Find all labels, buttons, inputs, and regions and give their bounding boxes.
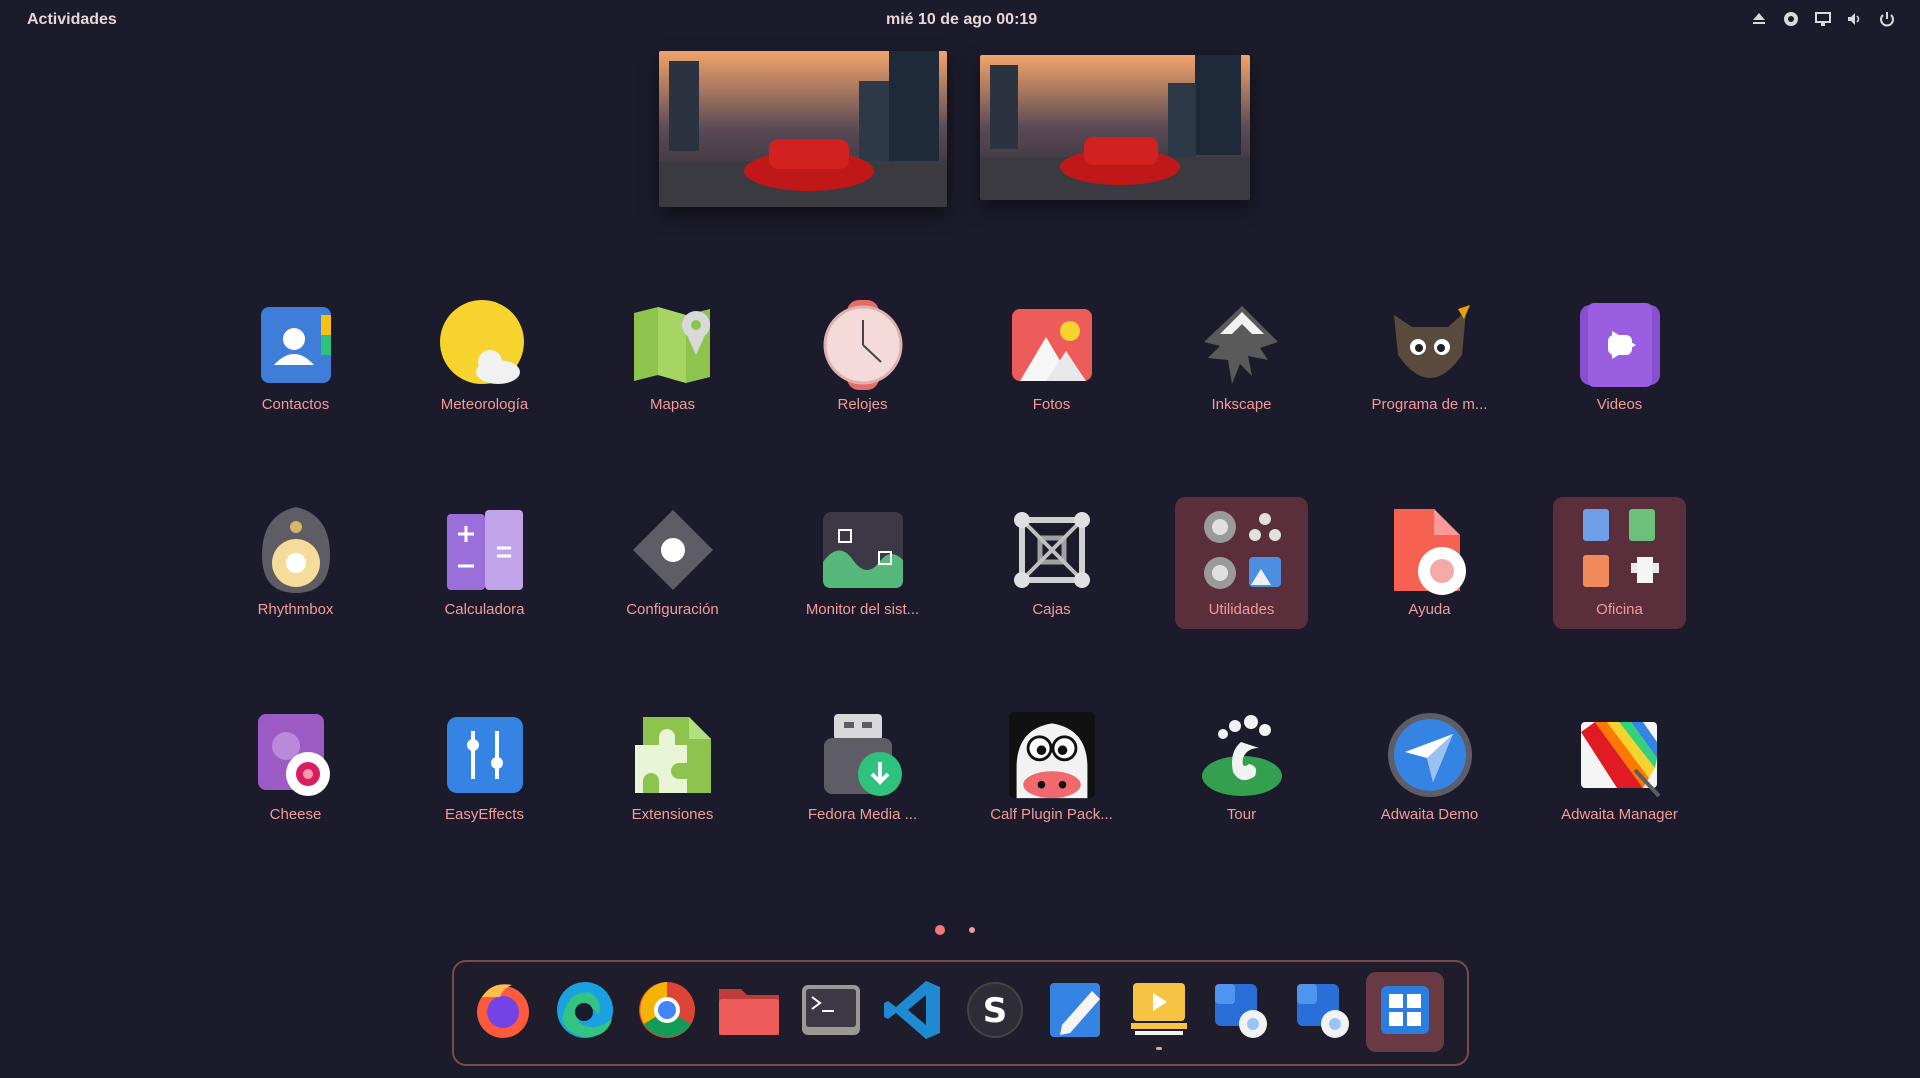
app-settings[interactable]: Configuración	[606, 497, 739, 629]
dock-terminal[interactable]	[792, 972, 870, 1052]
dock-text-editor[interactable]	[1038, 972, 1116, 1052]
dock-remote-desktop-2[interactable]	[1284, 972, 1362, 1052]
simplenote-icon: S	[965, 980, 1025, 1045]
app-gimp[interactable]: Programa de m...	[1363, 292, 1496, 424]
app-maps[interactable]: Mapas	[606, 292, 739, 424]
remote-desktop-2-icon	[1293, 980, 1353, 1045]
svg-text:S: S	[983, 991, 1008, 1031]
chrome-icon	[636, 979, 698, 1046]
dash-dock: S	[452, 960, 1469, 1066]
settings-icon	[628, 505, 718, 595]
windows-icon	[1379, 984, 1431, 1041]
videos-icon	[1575, 300, 1665, 390]
dock-simplenote[interactable]: S	[956, 972, 1034, 1052]
utilities-folder-icon	[1197, 505, 1287, 595]
text-editor-icon	[1048, 981, 1106, 1044]
app-photos[interactable]: Fotos	[985, 292, 1118, 424]
app-boxes[interactable]: Cajas	[985, 497, 1118, 629]
files-icon	[717, 983, 781, 1042]
app-grid: Contactos Meteorología Mapas Relojes Fot…	[0, 0, 1920, 1078]
folder-office[interactable]: Oficina	[1553, 497, 1686, 629]
slides-icon	[1129, 981, 1189, 1044]
page-dot-2[interactable]	[969, 927, 975, 933]
calculator-icon	[440, 505, 530, 595]
page-indicator	[935, 925, 975, 935]
firefox-icon	[472, 979, 534, 1046]
cheese-icon	[251, 710, 341, 800]
easyeffects-icon	[440, 710, 530, 800]
app-clocks[interactable]: Relojes	[796, 292, 929, 424]
app-help[interactable]: Ayuda	[1363, 497, 1496, 629]
app-inkscape[interactable]: Inkscape	[1175, 292, 1308, 424]
maps-icon	[628, 300, 718, 390]
extensions-icon	[628, 710, 718, 800]
page-dot-1[interactable]	[935, 925, 945, 935]
dock-windows[interactable]	[1366, 972, 1444, 1052]
app-extensions[interactable]: Extensiones	[606, 702, 739, 834]
app-videos[interactable]: Videos	[1553, 292, 1686, 424]
rhythmbox-icon	[251, 505, 341, 595]
app-contacts[interactable]: Contactos	[229, 292, 362, 424]
help-icon	[1385, 505, 1475, 595]
office-folder-icon	[1575, 505, 1665, 595]
dock-chrome[interactable]	[628, 972, 706, 1052]
dock-edge[interactable]	[546, 972, 624, 1052]
gimp-icon	[1385, 300, 1475, 390]
app-adwaita-demo[interactable]: Adwaita Demo	[1363, 702, 1496, 834]
app-easyeffects[interactable]: EasyEffects	[418, 702, 551, 834]
dock-vscode[interactable]	[874, 972, 952, 1052]
boxes-icon	[1007, 505, 1097, 595]
app-system-monitor[interactable]: Monitor del sist...	[796, 497, 929, 629]
clocks-icon	[818, 300, 908, 390]
dock-firefox[interactable]	[464, 972, 542, 1052]
app-rhythmbox[interactable]: Rhythmbox	[229, 497, 362, 629]
folder-utilities[interactable]: Utilidades	[1175, 497, 1308, 629]
dock-slides[interactable]	[1120, 972, 1198, 1052]
fedora-media-writer-icon	[818, 710, 908, 800]
app-fedora-media-writer[interactable]: Fedora Media ...	[796, 702, 929, 834]
terminal-icon	[800, 983, 862, 1042]
edge-icon	[554, 979, 616, 1046]
app-weather[interactable]: Meteorología	[418, 292, 551, 424]
app-calf-plugin-pack[interactable]: Calf Plugin Pack...	[985, 702, 1118, 834]
app-adwaita-manager[interactable]: Adwaita Manager	[1553, 702, 1686, 834]
running-indicator	[1156, 1047, 1162, 1050]
inkscape-icon	[1197, 300, 1287, 390]
photos-icon	[1007, 300, 1097, 390]
weather-icon	[439, 300, 530, 390]
contacts-icon	[251, 300, 341, 390]
dock-remote-desktop[interactable]	[1202, 972, 1280, 1052]
app-calculator[interactable]: Calculadora	[418, 497, 551, 629]
app-tour[interactable]: Tour	[1175, 702, 1308, 834]
calf-icon	[1007, 710, 1097, 800]
adwaita-manager-icon	[1575, 710, 1665, 800]
system-monitor-icon	[818, 505, 908, 595]
tour-icon	[1197, 710, 1287, 800]
adwaita-demo-icon	[1385, 710, 1475, 800]
app-cheese[interactable]: Cheese	[229, 702, 362, 834]
vscode-icon	[882, 979, 944, 1046]
dock-files[interactable]	[710, 972, 788, 1052]
remote-desktop-icon	[1211, 980, 1271, 1045]
